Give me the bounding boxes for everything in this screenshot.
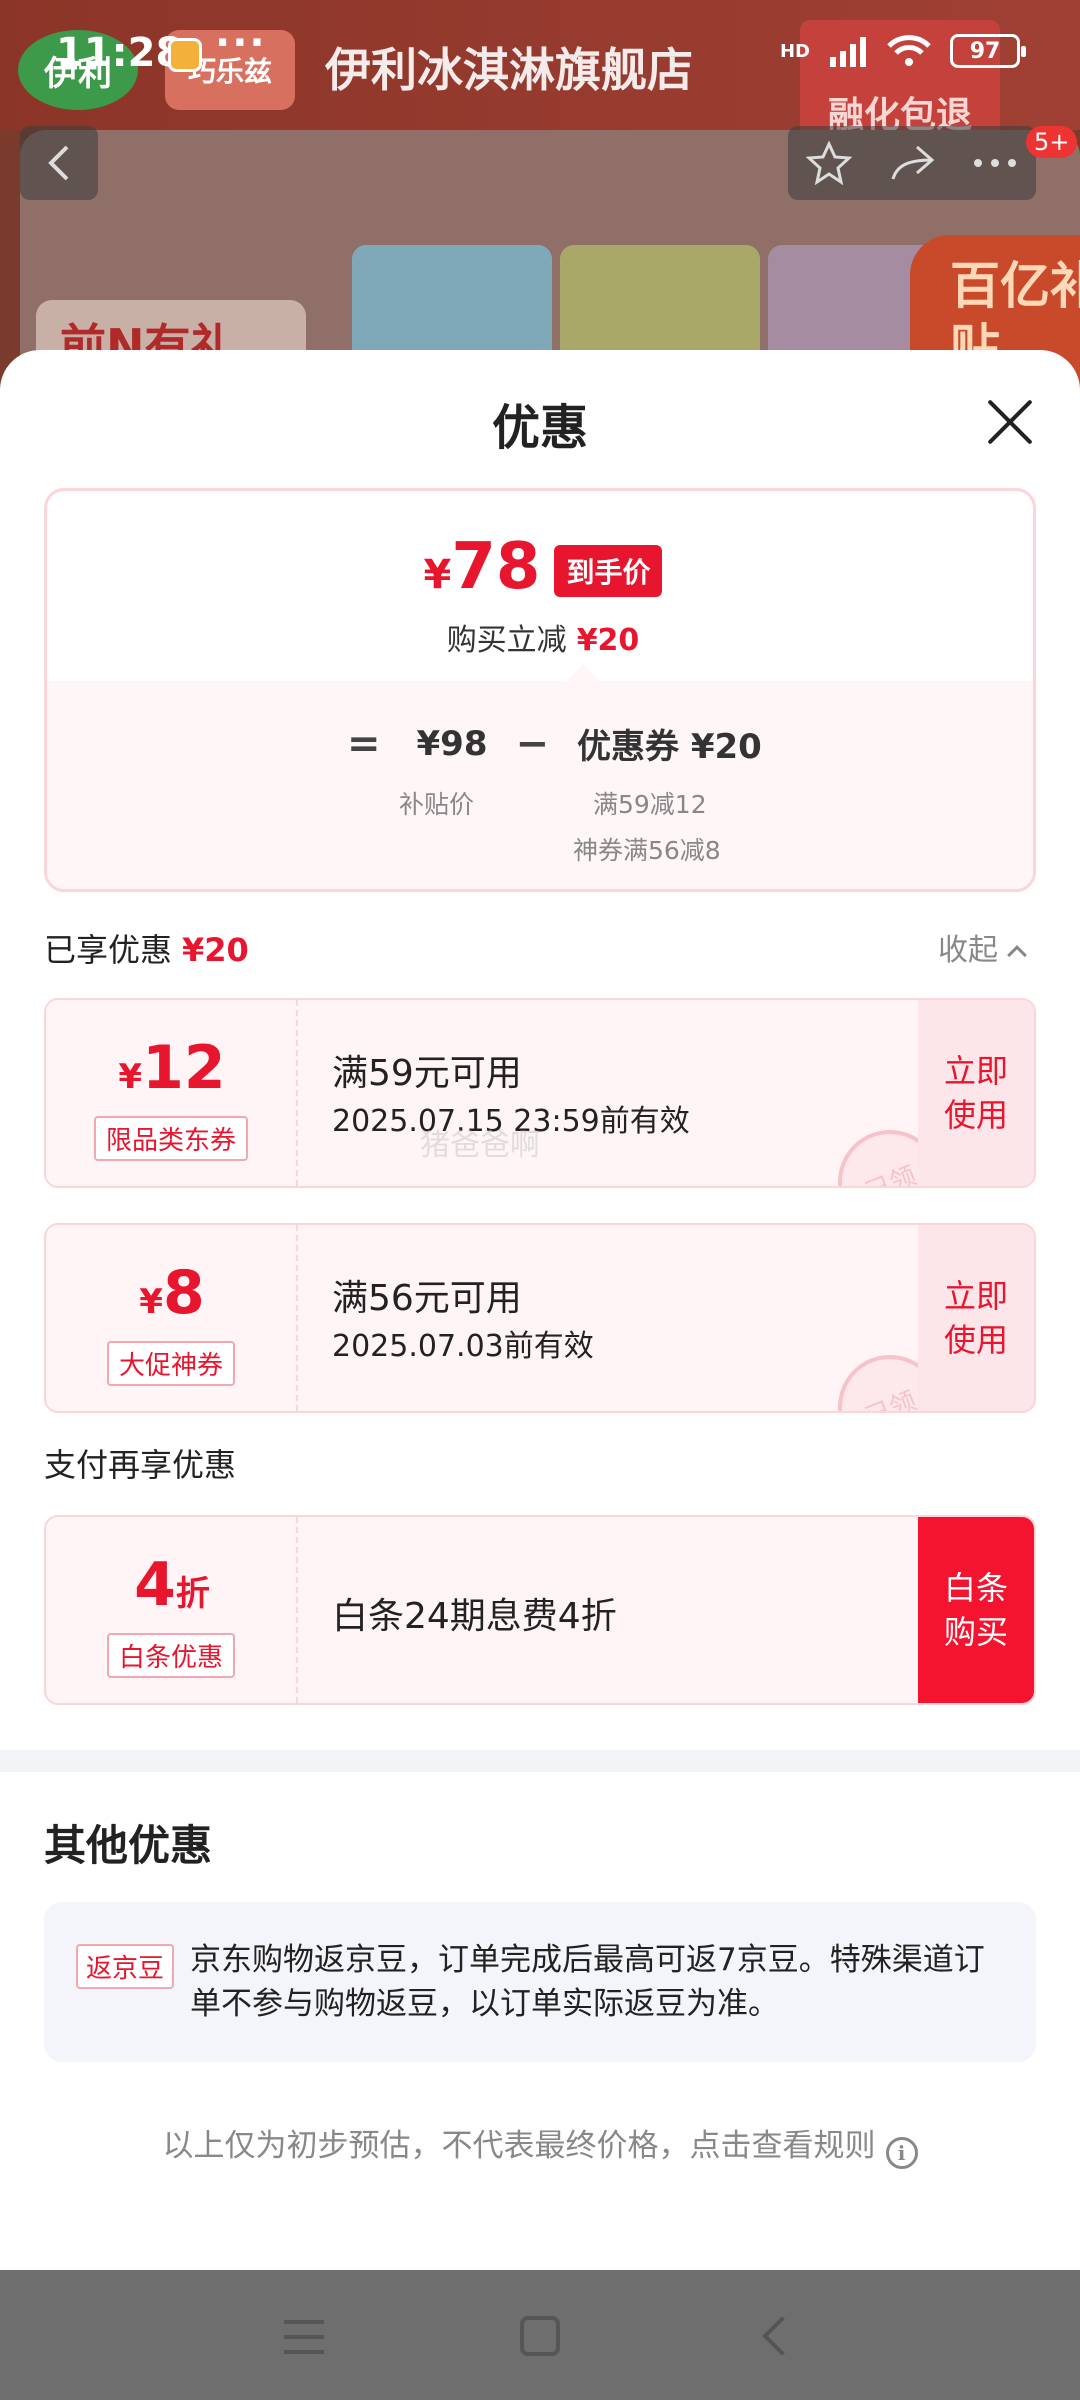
app-notification-icon: [168, 38, 202, 72]
use-now-button[interactable]: 立即 使用: [918, 1225, 1034, 1411]
jingdou-tag: 返京豆: [76, 1944, 175, 1989]
coupon-currency: ¥: [118, 1057, 143, 1097]
signal-icon: [830, 37, 866, 67]
page-actions: [788, 126, 1036, 200]
coupon-amount: ¥12: [46, 1038, 298, 1107]
baitiao-discount-card: 4折 白条优惠 白条24期息费4折 白条 购买: [44, 1515, 1036, 1705]
collapse-button[interactable]: 收起: [938, 925, 1027, 969]
coupon-value-area: 4折 白条优惠: [46, 1517, 298, 1703]
final-price: ¥78: [424, 535, 541, 607]
use-now-button[interactable]: 立即 使用: [918, 1000, 1034, 1186]
coupon-currency: ¥: [139, 1282, 163, 1322]
status-bar: 11:28 ··· HD 97: [0, 0, 1080, 110]
battery-level: 97: [969, 38, 1001, 64]
instant-reduction: 购买立减 ¥20: [47, 615, 1033, 659]
back-arrow-icon: [48, 145, 69, 181]
menu-icon[interactable]: [284, 2320, 324, 2354]
price-breakdown-area: [47, 681, 1033, 889]
status-time: 11:28: [56, 30, 184, 76]
baitiao-buy-button[interactable]: 白条 购买: [918, 1517, 1034, 1703]
other-discount-title: 其他优惠: [44, 1821, 213, 1870]
coupon-detail-2: 神券满56减8: [573, 836, 721, 865]
payment-discount-title: 支付再享优惠: [44, 1446, 237, 1484]
enjoyed-discount: 已享优惠 ¥20: [44, 925, 249, 971]
system-nav-bar: [0, 2270, 1080, 2400]
coupon-value-area: ¥12 限品类东券: [46, 1000, 298, 1186]
coupon-value-area: ¥8 大促神券: [46, 1225, 298, 1411]
wifi-icon: [887, 35, 931, 66]
discount-rate-value: 4: [134, 1550, 176, 1620]
watermark-text: 猪爸爸啊: [420, 1128, 540, 1163]
home-icon[interactable]: [520, 2316, 560, 2356]
reduction-value: ¥20: [576, 623, 640, 658]
jingdou-reward-box: 返京豆 京东购物返京豆，订单完成后最高可返7京豆。特殊渠道订单不参与购物返豆，以…: [44, 1902, 1036, 2062]
close-icon[interactable]: [980, 392, 1040, 452]
final-price-tag: 到手价: [554, 545, 663, 597]
back-icon[interactable]: [762, 2316, 802, 2356]
back-button[interactable]: [20, 126, 98, 200]
coupon-type-tag: 限品类东券: [93, 1116, 249, 1161]
baitiao-condition: 白条24期息费4折: [332, 1596, 617, 1637]
collapse-label: 收起: [938, 933, 998, 968]
battery-icon: 97: [950, 34, 1026, 68]
coupon-amount-value: 12: [142, 1033, 226, 1103]
estimate-rules-link[interactable]: 以上仅为初步预估，不代表最终价格，点击查看规则 i: [0, 2120, 1080, 2169]
share-icon[interactable]: [889, 143, 935, 183]
coupon-card: ¥12 限品类东券 满59元可用 2025.07.15 23:59前有效 已领 …: [44, 998, 1036, 1188]
price-summary-card: ¥78 到手价 购买立减 ¥20 = ¥98 − 优惠券 ¥20 补贴价 满59减…: [44, 488, 1036, 892]
discount-rate: 4折: [46, 1555, 298, 1624]
coupon-amount-value: 8: [162, 1258, 205, 1328]
more-icon[interactable]: [972, 157, 1018, 169]
status-indicators: HD 97: [779, 34, 1026, 68]
hd-indicator: HD: [779, 40, 810, 62]
minus-sign: −: [515, 720, 550, 767]
coupon-condition: 满56元可用: [332, 1278, 522, 1319]
equals-sign: =: [347, 720, 381, 767]
message-badge: 5+: [1026, 126, 1078, 158]
coupon-type-tag: 大促神券: [106, 1341, 236, 1386]
final-price-row: ¥78 到手价: [47, 535, 1033, 607]
chevron-up-icon: [1007, 945, 1027, 965]
currency-symbol: ¥: [423, 552, 452, 598]
coupon-validity: 2025.07.03前有效: [332, 1329, 594, 1364]
footnote-text: 以上仅为初步预估，不代表最终价格，点击查看规则: [162, 2128, 876, 2164]
coupon-amount: ¥8: [46, 1263, 298, 1332]
sheet-title: 优惠: [491, 400, 588, 456]
price-formula: = ¥98 − 优惠券 ¥20: [347, 719, 762, 768]
coupon-condition: 满59元可用: [332, 1053, 522, 1094]
baitiao-tag: 白条优惠: [106, 1633, 236, 1678]
enjoyed-value: ¥20: [182, 931, 249, 969]
discount-rate-unit: 折: [175, 1574, 210, 1614]
subsidy-price-label: 补贴价: [399, 790, 475, 819]
discount-sheet: 优惠 ¥78 到手价 购买立减 ¥20 = ¥98 − 优惠券 ¥20 补贴价 满…: [0, 350, 1080, 2270]
coupon-total: 优惠券 ¥20: [577, 727, 762, 767]
subsidy-price: ¥98: [416, 723, 488, 764]
final-price-value: 78: [451, 530, 541, 604]
coupon-detail-1: 满59减12: [593, 790, 707, 819]
coupon-card: ¥8 大促神券 满56元可用 2025.07.03前有效 已领 立即 使用: [44, 1223, 1036, 1413]
reduction-label: 购买立减: [446, 623, 567, 658]
star-icon[interactable]: [806, 141, 853, 185]
more-notifications-icon: ···: [215, 20, 267, 66]
info-icon: i: [885, 2137, 918, 2169]
enjoyed-label: 已享优惠: [44, 931, 173, 969]
jingdou-description: 京东购物返京豆，订单完成后最高可返7京豆。特殊渠道订单不参与购物返豆，以订单实际…: [190, 1942, 985, 2022]
section-divider: [0, 1750, 1080, 1772]
